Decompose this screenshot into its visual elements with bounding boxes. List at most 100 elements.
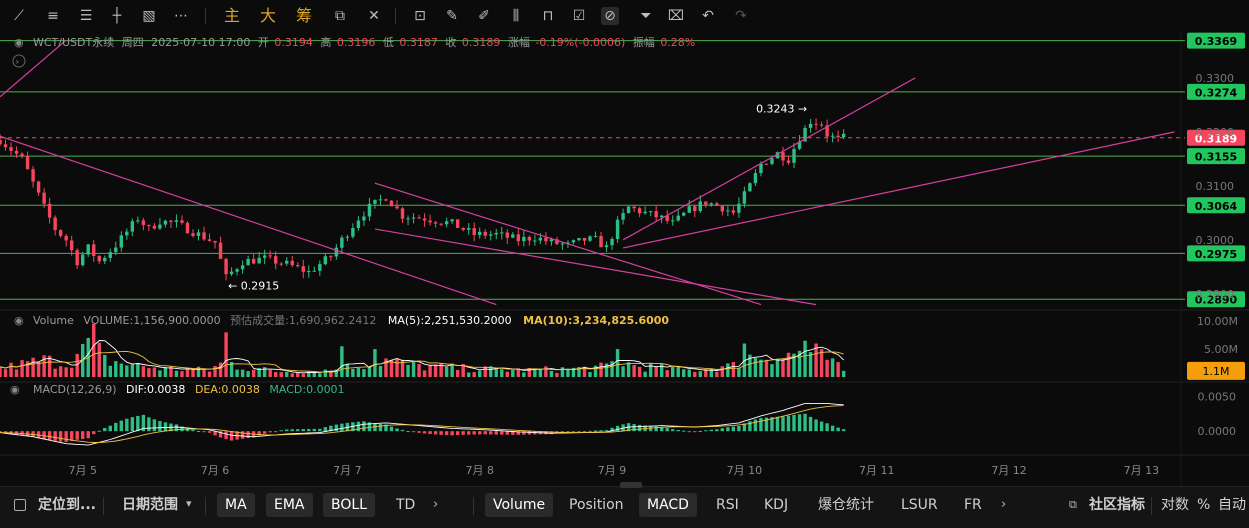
eye-icon[interactable]: ◉	[14, 314, 24, 327]
auto-button[interactable]: 自动	[1210, 493, 1249, 517]
volume-bar	[693, 371, 697, 377]
level-badge-label: 0.3369	[1195, 35, 1237, 48]
note-icon[interactable]: ☑	[570, 7, 588, 25]
ind-lsur-button[interactable]: LSUR	[893, 493, 946, 517]
ind-ma-button[interactable]: MA	[217, 493, 255, 517]
macd-bar	[825, 423, 829, 432]
macd-tick-label: 0.0000	[1198, 425, 1237, 438]
macd-bar	[422, 431, 427, 434]
ind-td-button[interactable]: TD	[388, 493, 423, 517]
pattern-icon[interactable]: ✐	[475, 7, 493, 25]
redo-icon[interactable]: ↷	[732, 7, 750, 25]
macd-bar	[356, 421, 361, 432]
undo-icon[interactable]: ↶	[699, 7, 717, 25]
macd-bar	[340, 423, 344, 432]
volume-bar	[31, 357, 35, 377]
macd-bar	[461, 431, 465, 435]
community-icon[interactable]: ⧉	[1069, 498, 1077, 512]
volume-bar	[659, 363, 664, 377]
kline-chart[interactable]: 0.33690.32740.31550.30640.29750.28900.31…	[0, 32, 1249, 486]
candle-body	[235, 269, 239, 272]
macd-bar	[819, 421, 824, 432]
macd-bar	[671, 429, 675, 432]
lock-icon[interactable]: ⊓	[539, 7, 557, 25]
macd-bar	[830, 425, 835, 432]
horizontal-lines-icon[interactable]: ≡	[44, 7, 62, 25]
volume-bar	[174, 370, 179, 377]
locate-icon[interactable]	[14, 499, 26, 511]
candle-body	[130, 221, 135, 232]
more-dots-icon[interactable]: ⋯	[172, 7, 190, 25]
candle-body	[329, 256, 333, 258]
ind-rsi-button[interactable]: RSI	[708, 493, 747, 517]
ind-ema-button[interactable]: EMA	[266, 493, 313, 517]
ind-fr-button[interactable]: FR	[956, 493, 990, 517]
crop-icon[interactable]: ⧉	[331, 7, 349, 25]
big-button[interactable]: 大	[260, 7, 276, 25]
candle-body	[340, 237, 344, 248]
volume-tick-label: 10.00M	[1197, 315, 1238, 328]
expand-chevron-icon[interactable]: ›	[16, 58, 20, 68]
drag-handle-icon[interactable]	[620, 482, 642, 488]
columns-icon[interactable]: ⫼	[507, 7, 525, 25]
level-badge-label: 0.3155	[1195, 151, 1237, 164]
image-icon[interactable]: ▧	[140, 7, 158, 25]
ind-volume-button[interactable]: Volume	[485, 493, 554, 517]
candle-body	[53, 217, 57, 231]
candle-body	[676, 215, 680, 221]
svg-text:Volume VOLUME:1,156,900.00: Volume VOLUME:1,156,900.0000 预估成交量:1,690…	[33, 313, 669, 327]
parallel-channel-icon[interactable]: ☰	[77, 7, 95, 25]
copy-icon[interactable]: ⊡	[411, 7, 429, 25]
pen-icon[interactable]: ✎	[443, 7, 461, 25]
trash-icon[interactable]: ⌧	[667, 7, 685, 25]
volume-bar	[202, 369, 206, 377]
ind-kdj-button[interactable]: KDJ	[756, 493, 796, 517]
volume-bar	[279, 372, 283, 377]
price-annotation: ← 0.2915	[228, 280, 279, 293]
locate-button[interactable]: 定位到...	[30, 493, 104, 517]
ind-liquidation-button[interactable]: 爆仓统计	[810, 493, 882, 517]
ind-boll-button[interactable]: BOLL	[323, 493, 375, 517]
candle-body	[632, 206, 636, 209]
candle-body	[781, 152, 785, 161]
candle-body	[455, 219, 460, 228]
cross-line-icon[interactable]: ┼	[108, 7, 126, 25]
volume-bar	[9, 362, 13, 377]
eye-icon[interactable]: ◉	[14, 36, 24, 49]
macd-bar	[158, 420, 162, 432]
main-button[interactable]: 主	[224, 7, 240, 25]
candle-body	[522, 236, 526, 242]
candle-body	[97, 256, 101, 262]
chevron-down-icon[interactable]: ▾	[186, 497, 192, 510]
filter-icon[interactable]: ⏷	[637, 7, 655, 25]
volume-bar	[373, 349, 377, 377]
chevron-right-icon[interactable]: ›	[1001, 497, 1006, 512]
macd-bar	[781, 416, 785, 432]
candle-body	[786, 160, 791, 163]
volume-bar	[356, 368, 361, 377]
candle-body	[759, 163, 763, 174]
chips-button[interactable]: 筹	[296, 7, 312, 25]
volume-bar	[301, 373, 305, 377]
chevron-right-icon[interactable]: ›	[433, 497, 438, 512]
macd-bar	[775, 416, 780, 432]
magnet-icon[interactable]: ⊘	[601, 7, 619, 25]
candle-body	[119, 235, 124, 248]
ruler-icon[interactable]: ✕	[365, 7, 383, 25]
eye-icon[interactable]: ◉	[10, 383, 20, 396]
candle-body	[384, 199, 388, 201]
svg-text:WCT/USDT永续 周四 2025-07-: WCT/USDT永续 周四 2025-07-10 17:00 开 0.3194 …	[33, 35, 695, 49]
volume-bar	[511, 369, 515, 377]
community-indicator-button[interactable]: 社区指标	[1081, 493, 1153, 517]
ind-position-button[interactable]: Position	[561, 493, 632, 517]
trend-line-icon[interactable]: ⟋	[10, 7, 28, 25]
candle-body	[737, 203, 741, 213]
volume-bar	[626, 362, 631, 377]
candles	[0, 118, 846, 281]
candle-body	[770, 158, 774, 164]
candle-body	[174, 220, 179, 222]
date-range-button[interactable]: 日期范围	[114, 493, 186, 517]
macd-bar	[103, 427, 107, 432]
ind-macd-button[interactable]: MACD	[639, 493, 697, 517]
candle-body	[229, 271, 234, 275]
